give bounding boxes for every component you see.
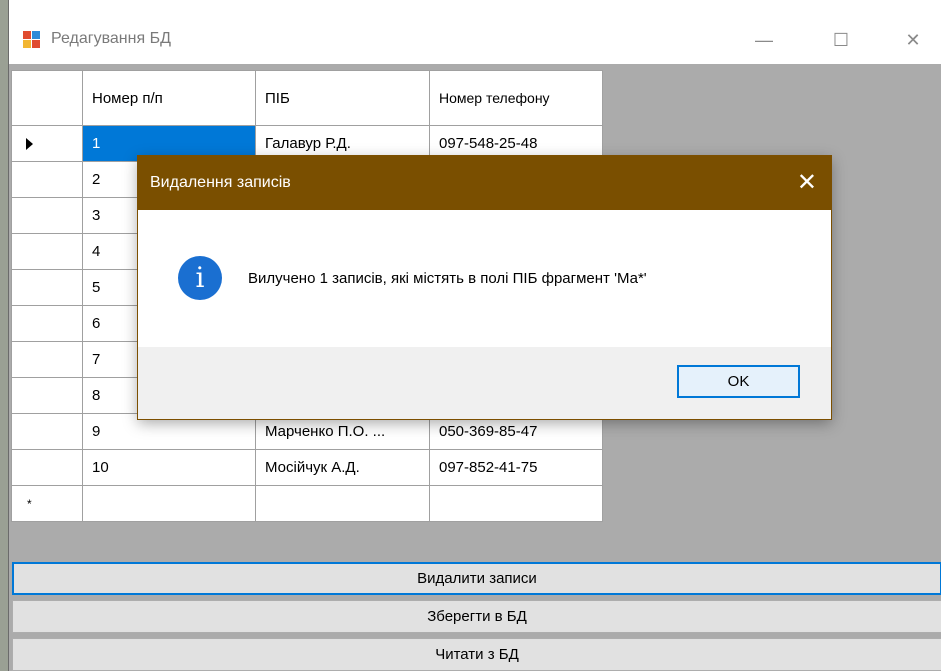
column-header-number[interactable]: Номер п/п: [82, 70, 256, 126]
row-header[interactable]: [11, 341, 83, 378]
read-from-db-button[interactable]: Читати з БД: [12, 638, 941, 671]
save-to-db-button[interactable]: Зберегти в БД: [12, 600, 941, 633]
cell-name[interactable]: Мосійчук А.Д.: [255, 449, 430, 486]
message-dialog: Видалення записів ✕ i Вилучено 1 записів…: [138, 156, 831, 419]
row-header[interactable]: [11, 449, 83, 486]
table-row[interactable]: 10 Мосійчук А.Д. 097-852-41-75: [11, 449, 603, 486]
dialog-body: i Вилучено 1 записів, які містять в полі…: [138, 210, 831, 347]
app-icon: [23, 31, 41, 49]
dialog-title-bar: Видалення записів ✕: [138, 156, 831, 210]
title-bar: Редагування БД — ☐ ✕: [9, 0, 941, 64]
grid-corner-cell[interactable]: [11, 70, 83, 126]
ok-button[interactable]: OK: [677, 365, 800, 398]
row-header-new[interactable]: *: [11, 485, 83, 522]
column-header-name[interactable]: ПІБ: [255, 70, 430, 126]
row-header[interactable]: [11, 197, 83, 234]
row-header[interactable]: [11, 269, 83, 306]
cell-name[interactable]: [255, 485, 430, 522]
maximize-button[interactable]: ☐: [821, 22, 861, 58]
window-title: Редагування БД: [51, 30, 171, 47]
row-header[interactable]: [11, 305, 83, 342]
cell-number[interactable]: [82, 485, 256, 522]
row-header[interactable]: [11, 161, 83, 198]
column-header-phone[interactable]: Номер телефону: [429, 70, 603, 126]
close-button[interactable]: ✕: [893, 22, 933, 58]
row-header[interactable]: [11, 377, 83, 414]
delete-records-button[interactable]: Видалити записи: [12, 562, 941, 595]
new-row[interactable]: *: [11, 485, 603, 522]
row-header-current[interactable]: [11, 125, 83, 162]
new-row-asterisk-icon: *: [27, 497, 32, 511]
cell-number[interactable]: 10: [82, 449, 256, 486]
minimize-button[interactable]: —: [744, 22, 784, 58]
cell-phone[interactable]: [429, 485, 603, 522]
dialog-message: Вилучено 1 записів, які містять в полі П…: [248, 270, 647, 287]
grid-header-row: Номер п/п ПІБ Номер телефону: [11, 70, 603, 126]
cell-phone[interactable]: 097-852-41-75: [429, 449, 603, 486]
row-header[interactable]: [11, 413, 83, 450]
info-icon: i: [178, 256, 222, 300]
row-header[interactable]: [11, 233, 83, 270]
dialog-title: Видалення записів: [150, 174, 291, 191]
current-row-arrow-icon: [26, 138, 33, 151]
dialog-close-icon[interactable]: ✕: [797, 168, 817, 197]
